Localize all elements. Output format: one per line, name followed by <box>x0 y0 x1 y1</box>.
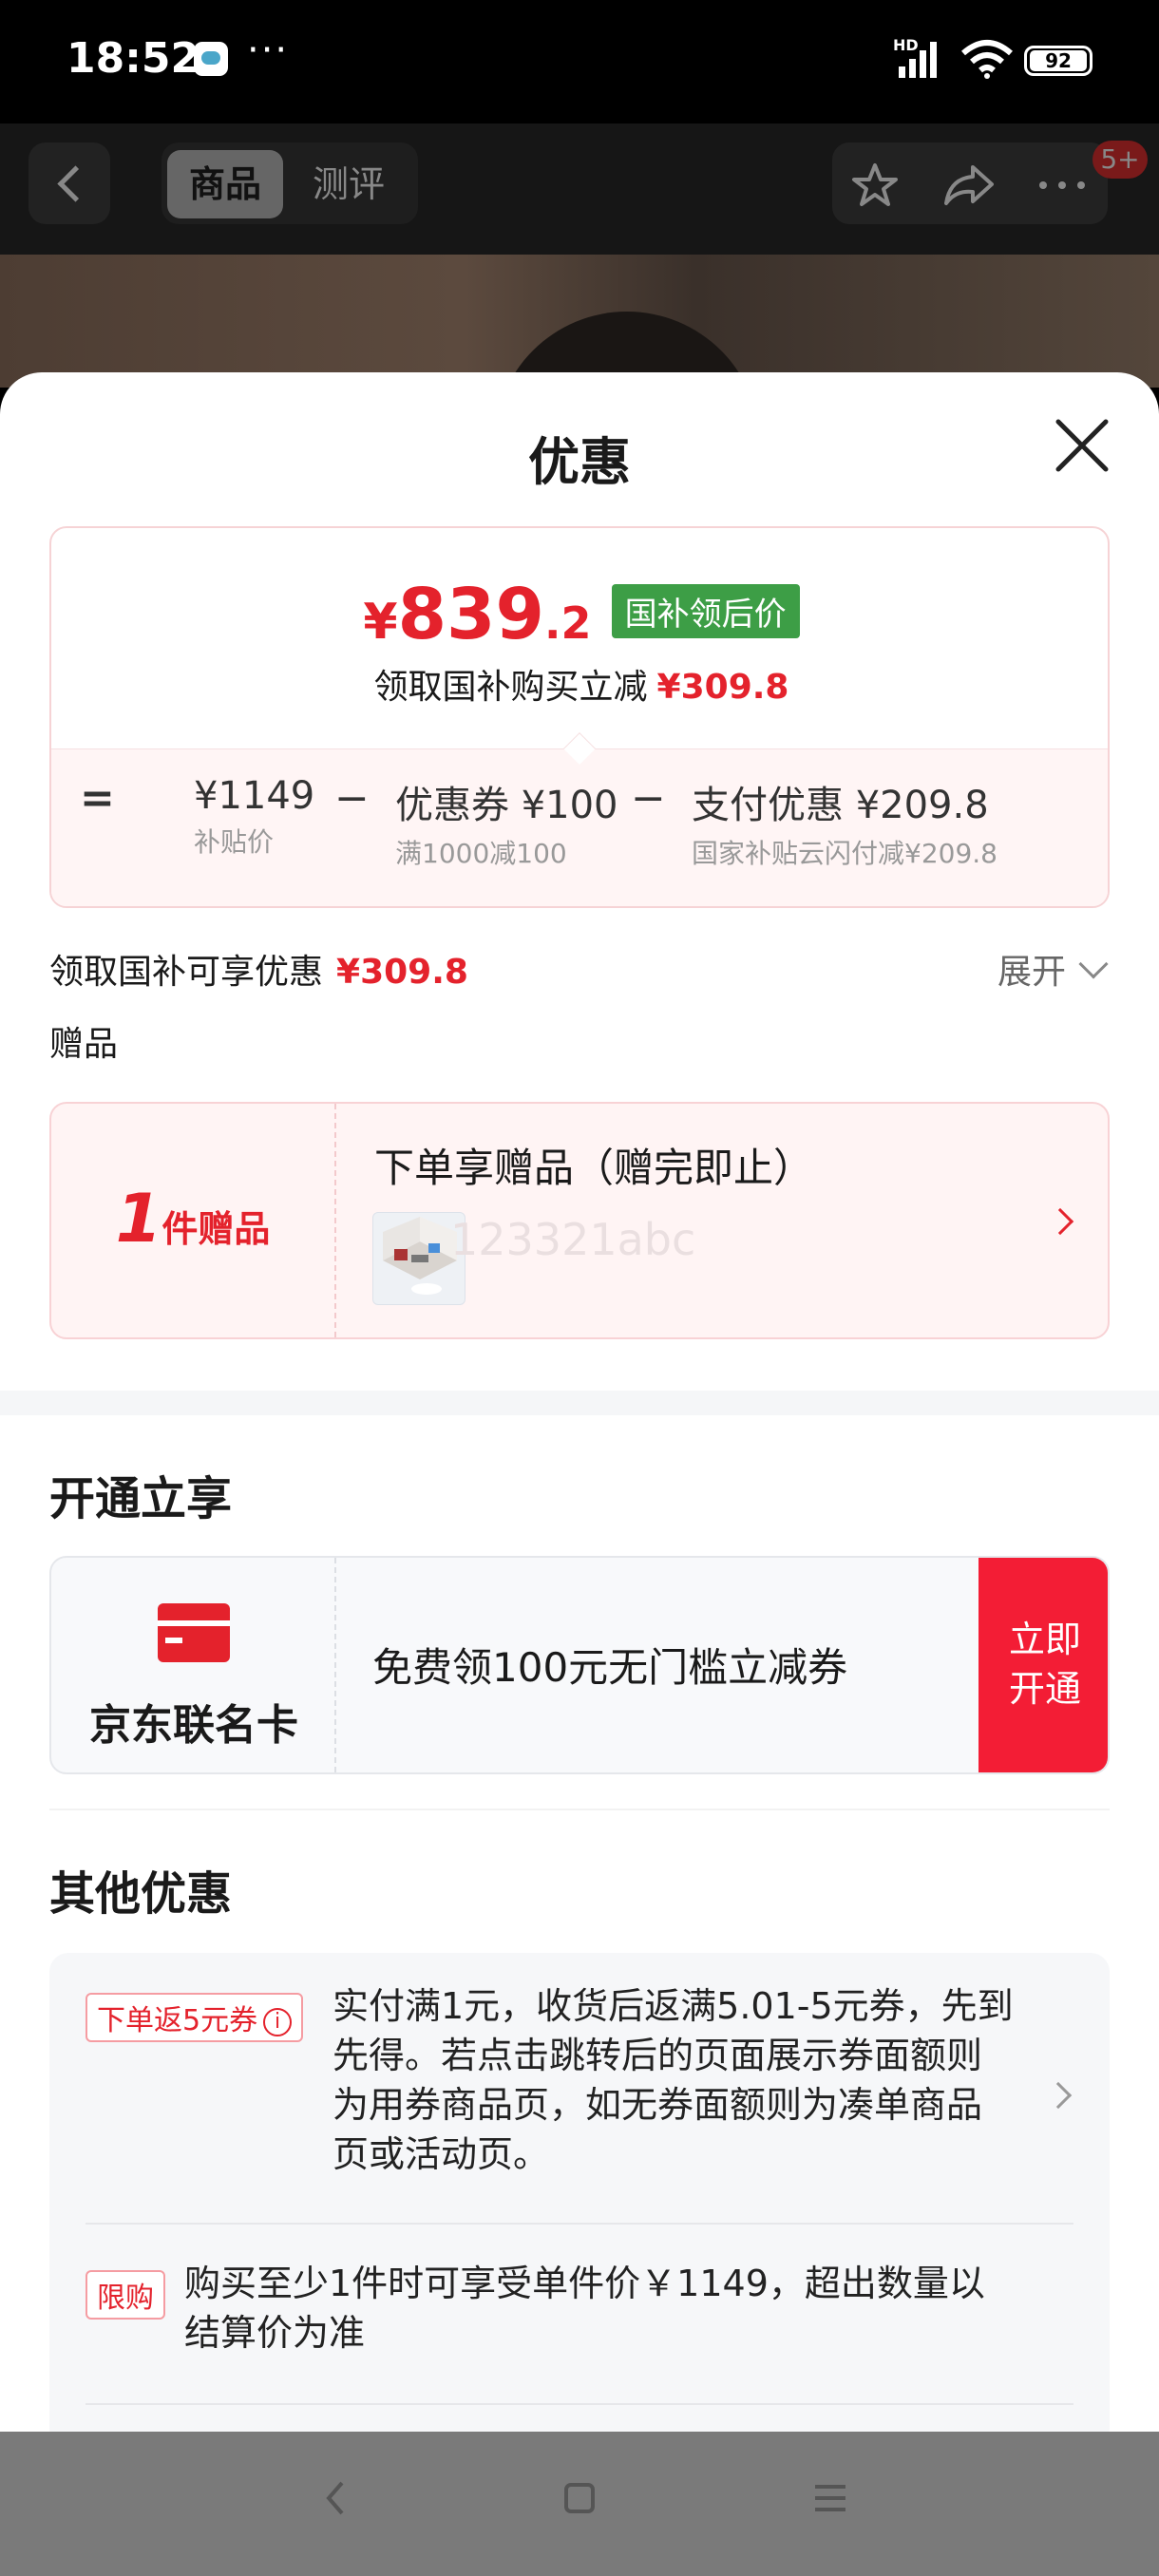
price-card: ¥ 839 .2 国补领后价 领取国补购买立减 ¥309.8 = ¥1149 补贴… <box>49 526 1110 908</box>
other-offers-box: 下单返5元券 i 实付满1元，收货后返满5.01-5元券，先到 先得。若点击跳转后… <box>49 1953 1110 2447</box>
app-notification-icon <box>194 42 228 76</box>
star-icon[interactable] <box>851 161 899 209</box>
subsidy-amount: ¥309.8 <box>656 668 789 707</box>
other-section-title: 其他优惠 <box>49 1867 233 1921</box>
close-icon[interactable] <box>1053 416 1112 475</box>
card-offer-desc: 免费领100元无门槛立减券 <box>372 1644 848 1691</box>
nav-back-icon[interactable] <box>321 2479 350 2517</box>
cashback-line-1: 实付满1元，收货后返满5.01-5元券，先到 <box>332 1985 1014 2027</box>
cashback-line-3: 为用券商品页，如无券面额则为凑单商品 <box>332 2084 983 2126</box>
price-yen: ¥ <box>363 594 398 651</box>
calc-base-price: ¥1149 补贴价 <box>194 774 314 860</box>
credit-card-icon <box>158 1603 230 1662</box>
limit-tag: 限购 <box>86 2270 165 2320</box>
expand-button[interactable]: 展开 <box>998 944 1066 994</box>
more-notifications-icon: ··· <box>247 28 290 72</box>
subsidy-line: 领取国补购买立减 ¥309.8 <box>51 659 1108 709</box>
subsidy-text: 领取国补购买立减 <box>373 668 648 707</box>
status-time: 18:52 <box>66 34 200 83</box>
cashback-offer-text: 实付满1元，收货后返满5.01-5元券，先到 先得。若点击跳转后的页面展示券面额… <box>332 1981 1014 2179</box>
chevron-down-icon[interactable] <box>1078 949 1109 979</box>
payment-discount-note: 国家补贴云闪付减¥209.8 <box>692 838 998 869</box>
price-breakdown: = ¥1149 补贴价 − 优惠券 ¥100 满1000减100 − 支付优惠 … <box>51 748 1108 906</box>
open-section-title: 开通立享 <box>49 1472 233 1525</box>
gov-subsidy-amount: ¥309.8 <box>336 953 468 992</box>
chevron-right-icon[interactable] <box>1044 2081 1073 2110</box>
status-bar: 18:52 ··· HD 92 <box>0 0 1159 123</box>
card-name: 京东联名卡 <box>89 1701 298 1750</box>
cashback-line-2: 先得。若点击跳转后的页面展示券面额则 <box>332 2035 983 2076</box>
info-icon[interactable]: i <box>263 2008 293 2036</box>
gift-section-label: 赠品 <box>49 1025 119 1064</box>
sheet-title: 优惠 <box>528 432 631 492</box>
product-photo <box>0 255 1159 445</box>
header-actions <box>832 142 1108 224</box>
nav-menu-icon[interactable] <box>811 2479 849 2517</box>
gift-count: 1件赠品 <box>51 1104 336 1337</box>
open-now-line2: 开通 <box>1008 1668 1081 1710</box>
limit-line-2: 结算价为准 <box>184 2312 366 2354</box>
final-price: ¥ 839 .2 国补领后价 <box>51 574 1108 655</box>
co-brand-card-offer: 京东联名卡 免费领100元无门槛立减券 立即 开通 <box>49 1556 1110 1774</box>
gift-title: 下单享赠品（赠完即止） <box>374 1145 814 1191</box>
system-nav-bar <box>0 2432 1159 2576</box>
share-icon[interactable] <box>942 161 996 209</box>
offer-separator <box>86 2403 1074 2405</box>
gov-subsidy-tag: 国补领后价 <box>611 584 800 638</box>
price-integer: 839 <box>397 574 545 655</box>
gov-subsidy-summary: 领取国补可享优惠 ¥309.8 <box>49 944 468 994</box>
more-icon[interactable] <box>1037 161 1087 209</box>
payment-discount-amount: 支付优惠 ¥209.8 <box>692 784 989 827</box>
coupon-note: 满1000减100 <box>395 838 567 869</box>
cashback-line-4: 页或活动页。 <box>332 2133 550 2175</box>
battery-level: 92 <box>1030 50 1087 71</box>
section-line <box>49 1809 1110 1810</box>
limit-offer-text: 购买至少1件时可享受单件价￥1149，超出数量以 结算价为准 <box>184 2259 985 2358</box>
price-decimal: .2 <box>544 597 592 649</box>
back-button[interactable] <box>28 142 110 224</box>
tab-review[interactable]: 测评 <box>291 150 407 218</box>
limit-line-1: 购买至少1件时可享受单件价￥1149，超出数量以 <box>184 2263 985 2304</box>
gift-watermark: 123321abc <box>450 1214 696 1265</box>
product-tabs: 商品 测评 <box>162 142 418 224</box>
gift-count-number: 1 <box>115 1180 162 1258</box>
base-price-amount: ¥1149 <box>194 774 315 818</box>
coupon-amount: 优惠券 ¥100 <box>395 784 618 827</box>
calc-payment: 支付优惠 ¥209.8 国家补贴云闪付减¥209.8 <box>692 774 998 871</box>
battery-icon: 92 <box>1024 46 1092 76</box>
open-now-line1: 立即 <box>1008 1619 1081 1660</box>
cashback-coupon-tag[interactable]: 下单返5元券 i <box>86 1993 304 2042</box>
nav-home-icon[interactable] <box>560 2479 598 2517</box>
chevron-right-icon[interactable] <box>1046 1207 1074 1236</box>
section-divider <box>0 1391 1159 1415</box>
co-brand-card: 京东联名卡 <box>51 1558 336 1772</box>
calc-coupon: 优惠券 ¥100 满1000减100 <box>395 774 618 871</box>
tab-product[interactable]: 商品 <box>167 150 283 218</box>
cashback-coupon-tag-label: 下单返5元券 <box>97 2004 258 2037</box>
gov-subsidy-text: 领取国补可享优惠 <box>49 953 324 992</box>
open-now-button[interactable]: 立即 开通 <box>978 1558 1108 1772</box>
wifi-icon <box>961 40 1013 79</box>
gift-card[interactable]: 1件赠品 下单享赠品（赠完即止） 123321abc <box>49 1102 1110 1339</box>
base-price-note: 补贴价 <box>194 826 275 858</box>
message-badge: 5+ <box>1092 141 1148 179</box>
discount-sheet: 优惠 ¥ 839 .2 国补领后价 领取国补购买立减 ¥309.8 = ¥1149… <box>0 372 1159 2447</box>
signal-icon <box>899 42 937 78</box>
gift-count-label: 件赠品 <box>162 1208 271 1250</box>
product-header: 商品 测评 5+ <box>0 123 1159 256</box>
offer-separator <box>86 2223 1074 2225</box>
